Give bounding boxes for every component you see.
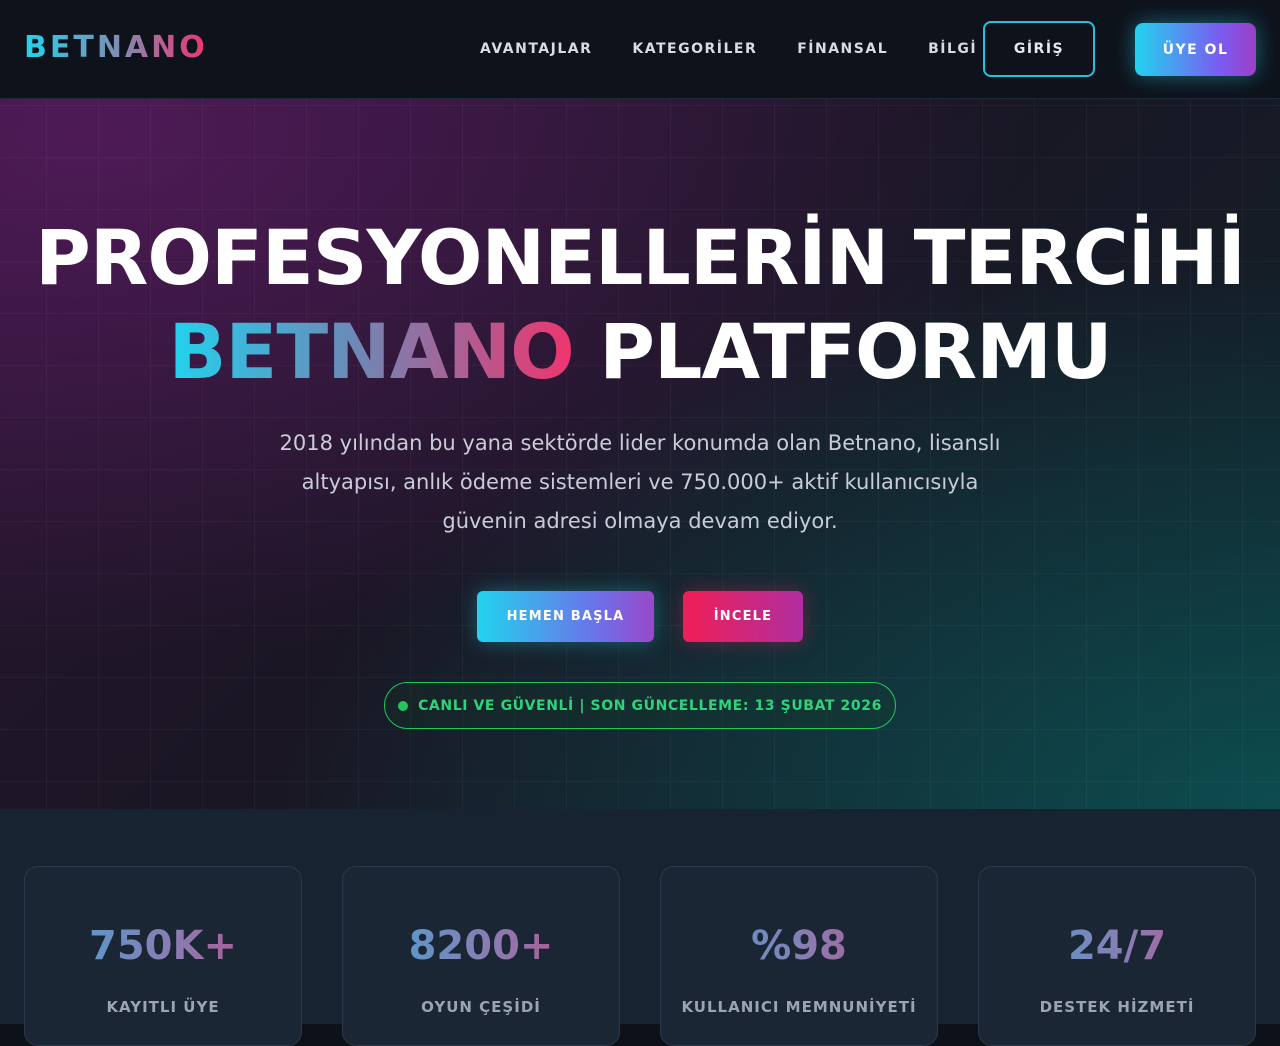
hero-section: PROFESYONELLERİN TERCİHİ BETNANO PLATFOR…: [0, 99, 1280, 809]
nav-link-avantajlar[interactable]: AVANTAJLAR: [480, 41, 592, 57]
nav-link-finansal[interactable]: FİNANSAL: [797, 41, 888, 57]
register-button[interactable]: ÜYE OL: [1135, 23, 1256, 76]
explore-button[interactable]: İNCELE: [683, 591, 803, 642]
nav-link-bilgi[interactable]: BİLGİ: [928, 41, 977, 57]
status-text: CANLI VE GÜVENLİ | SON GÜNCELLEME: 13 ŞU…: [418, 697, 882, 714]
hero-description: 2018 yılından bu yana sektörde lider kon…: [279, 431, 1001, 533]
brand-logo[interactable]: BETNANO: [24, 30, 208, 65]
nav-link-kategoriler[interactable]: KATEGORİLER: [632, 41, 757, 57]
stat-label: KULLANICI MEMNUNİYETİ: [681, 998, 917, 1016]
stat-card-members: 750K+ KAYITLI ÜYE: [24, 866, 302, 1046]
site-header: BETNANO AVANTAJLAR KATEGORİLER FİNANSAL …: [0, 0, 1280, 99]
stat-value: %98: [661, 923, 937, 969]
main-nav: AVANTAJLAR KATEGORİLER FİNANSAL BİLGİ: [480, 41, 1017, 57]
login-button[interactable]: GİRİŞ: [983, 21, 1095, 77]
stats-section: 750K+ KAYITLI ÜYE 8200+ OYUN ÇEŞİDİ %98 …: [0, 809, 1280, 1046]
live-dot-icon: [398, 700, 409, 711]
stat-label: KAYITLI ÜYE: [106, 998, 220, 1016]
stat-card-satisfaction: %98 KULLANICI MEMNUNİYETİ: [660, 866, 938, 1046]
stat-card-games: 8200+ OYUN ÇEŞİDİ: [342, 866, 620, 1046]
hero-title-line1: PROFESYONELLERİN TERCİHİ: [35, 213, 1246, 302]
status-badge: CANLI VE GÜVENLİ | SON GÜNCELLEME: 13 ŞU…: [384, 682, 896, 729]
stat-card-support: 24/7 DESTEK HİZMETİ: [978, 866, 1256, 1046]
stat-label: DESTEK HİZMETİ: [1039, 998, 1195, 1016]
stat-value: 8200+: [343, 923, 619, 969]
hero-title: PROFESYONELLERİN TERCİHİ BETNANO PLATFOR…: [0, 211, 1280, 399]
stat-value: 24/7: [979, 923, 1255, 969]
hero-title-line2: PLATFORMU: [573, 307, 1112, 396]
hero-title-accent: BETNANO: [168, 307, 574, 396]
stat-value: 750K+: [25, 923, 301, 969]
start-now-button[interactable]: HEMEN BAŞLA: [477, 591, 654, 642]
stat-label: OYUN ÇEŞİDİ: [421, 998, 541, 1016]
